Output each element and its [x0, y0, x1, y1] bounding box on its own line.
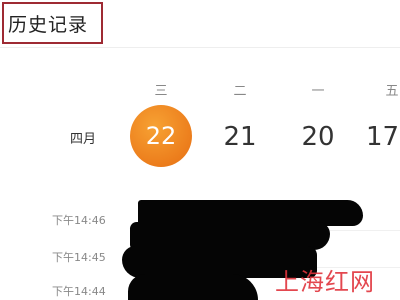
weekday-label: 五 — [385, 84, 399, 99]
history-time: 下午14:44 — [52, 285, 106, 298]
header-bar: 历史记录 — [0, 0, 400, 48]
weekday-label: 一 — [311, 84, 325, 99]
date-item[interactable]: 17 — [366, 117, 400, 157]
history-time: 下午14:45 — [52, 251, 106, 264]
date-item[interactable]: 21 — [216, 117, 264, 157]
redaction-mark — [128, 274, 258, 300]
month-label: 四月 — [70, 132, 97, 147]
weekday-label: 二 — [233, 84, 247, 99]
history-time: 下午14:46 — [52, 214, 106, 227]
watermark: 上海红网 — [275, 268, 375, 296]
weekday-label: 三 — [154, 84, 168, 99]
page-title: 历史记录 — [8, 14, 89, 36]
date-selected[interactable]: 22 — [130, 105, 192, 167]
date-item[interactable]: 20 — [294, 117, 342, 157]
